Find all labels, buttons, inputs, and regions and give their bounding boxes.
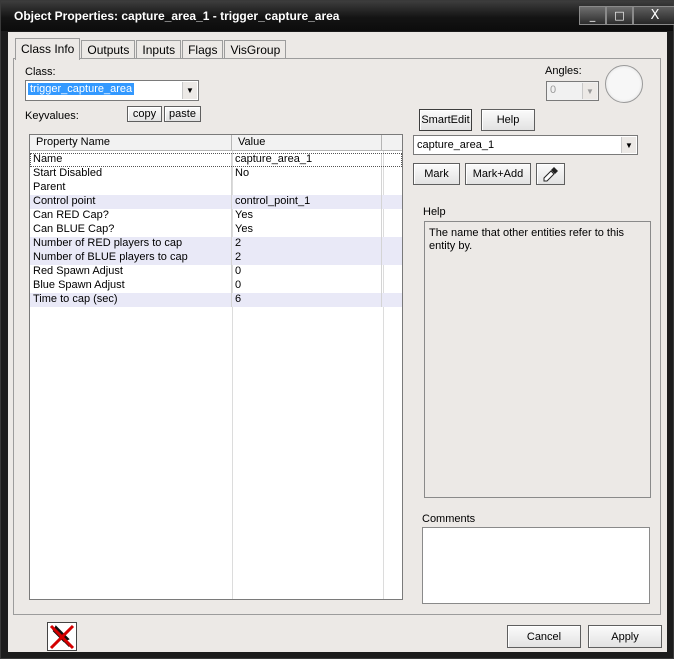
table-row[interactable]: Time to cap (sec) 6 [30, 293, 402, 307]
property-value: No [232, 167, 382, 181]
class-info-panel: Class: trigger_capture_area ▼ Keyvalues:… [13, 58, 661, 615]
table-row[interactable]: Number of BLUE players to cap 2 [30, 251, 402, 265]
column-header-filler [382, 135, 402, 150]
close-button[interactable]: X [633, 6, 674, 25]
smartedit-toggle[interactable]: SmartEdit [419, 109, 472, 131]
angle-dial[interactable] [605, 65, 643, 103]
property-name: Name [30, 153, 232, 167]
paste-button[interactable]: paste [164, 106, 201, 122]
property-name: Time to cap (sec) [30, 293, 232, 307]
property-name: Start Disabled [30, 167, 232, 181]
keyvalues-grid[interactable]: Property Name Value Name capture_area_1 … [29, 134, 403, 600]
property-name: Number of BLUE players to cap [30, 251, 232, 265]
property-name: Blue Spawn Adjust [30, 279, 232, 293]
tab-inputs[interactable]: Inputs [136, 40, 182, 59]
class-value: trigger_capture_area [28, 83, 135, 95]
help-heading: Help [423, 206, 446, 218]
table-row[interactable]: Blue Spawn Adjust 0 [30, 279, 402, 293]
tab-flags[interactable]: Flags [182, 40, 224, 59]
table-row[interactable]: Can BLUE Cap? Yes [30, 223, 402, 237]
property-name: Number of RED players to cap [30, 237, 232, 251]
property-value: 0 [232, 265, 382, 279]
property-name: Can RED Cap? [30, 209, 232, 223]
property-value: 2 [232, 251, 382, 265]
property-name: Red Spawn Adjust [30, 265, 232, 279]
eyedropper-button[interactable] [536, 163, 565, 185]
chevron-down-icon[interactable]: ▼ [582, 83, 597, 99]
property-name: Parent [30, 181, 232, 195]
table-row[interactable]: Can RED Cap? Yes [30, 209, 402, 223]
table-row[interactable]: Name capture_area_1 [30, 153, 402, 167]
value-combo-text: capture_area_1 [417, 139, 495, 151]
apply-button[interactable]: Apply [588, 625, 662, 648]
property-value [232, 181, 382, 195]
window-title: Object Properties: capture_area_1 - trig… [14, 9, 340, 23]
help-text-box: The name that other entities refer to th… [424, 221, 651, 498]
minimize-button[interactable]: _ [579, 6, 606, 25]
mark-button[interactable]: Mark [413, 163, 460, 185]
cancel-button[interactable]: Cancel [507, 625, 581, 648]
comments-heading: Comments [422, 513, 476, 525]
grid-header: Property Name Value [30, 135, 402, 151]
object-properties-window: Object Properties: capture_area_1 - trig… [0, 0, 674, 659]
table-row[interactable]: Parent [30, 181, 402, 195]
tab-class-info[interactable]: Class Info [15, 38, 81, 60]
property-name: Can BLUE Cap? [30, 223, 232, 237]
comments-textarea[interactable] [422, 527, 650, 604]
property-value: 6 [232, 293, 382, 307]
table-row[interactable]: Number of RED players to cap 2 [30, 237, 402, 251]
help-button[interactable]: Help [481, 109, 535, 131]
property-value: Yes [232, 223, 382, 237]
angles-combo[interactable]: 0 ▼ [546, 81, 599, 101]
property-value: 0 [232, 279, 382, 293]
angles-label: Angles: [545, 65, 582, 77]
class-label: Class: [25, 66, 56, 78]
mark-add-button[interactable]: Mark+Add [465, 163, 531, 185]
tab-visgroup[interactable]: VisGroup [224, 40, 287, 59]
property-value: 2 [232, 237, 382, 251]
property-value: capture_area_1 [232, 153, 382, 167]
pin-toggle[interactable] [47, 622, 77, 651]
chevron-down-icon[interactable]: ▼ [621, 137, 636, 153]
column-header-property[interactable]: Property Name [30, 135, 232, 150]
property-name: Control point [30, 195, 232, 209]
tab-strip: Class Info Outputs Inputs Flags VisGroup [15, 38, 287, 60]
eyedropper-icon [543, 167, 558, 182]
maximize-button[interactable]: □ [606, 6, 633, 25]
column-header-value[interactable]: Value [232, 135, 382, 150]
title-bar[interactable]: Object Properties: capture_area_1 - trig… [1, 1, 674, 31]
class-combo[interactable]: trigger_capture_area ▼ [25, 80, 199, 101]
table-row[interactable]: Control point control_point_1 [30, 195, 402, 209]
chevron-down-icon[interactable]: ▼ [182, 82, 197, 99]
property-value: control_point_1 [232, 195, 382, 209]
dialog-client: Class Info Outputs Inputs Flags VisGroup… [8, 32, 667, 652]
tab-outputs[interactable]: Outputs [81, 40, 136, 59]
keyvalues-label: Keyvalues: [25, 110, 79, 122]
help-text: The name that other entities refer to th… [429, 227, 625, 252]
angles-value: 0 [550, 84, 557, 96]
value-combo[interactable]: capture_area_1 ▼ [413, 135, 638, 155]
property-value: Yes [232, 209, 382, 223]
pin-disabled-icon [49, 624, 75, 650]
copy-button[interactable]: copy [127, 106, 162, 122]
table-row[interactable]: Red Spawn Adjust 0 [30, 265, 402, 279]
table-row[interactable]: Start Disabled No [30, 167, 402, 181]
caption-buttons: _ □ X [579, 6, 674, 25]
